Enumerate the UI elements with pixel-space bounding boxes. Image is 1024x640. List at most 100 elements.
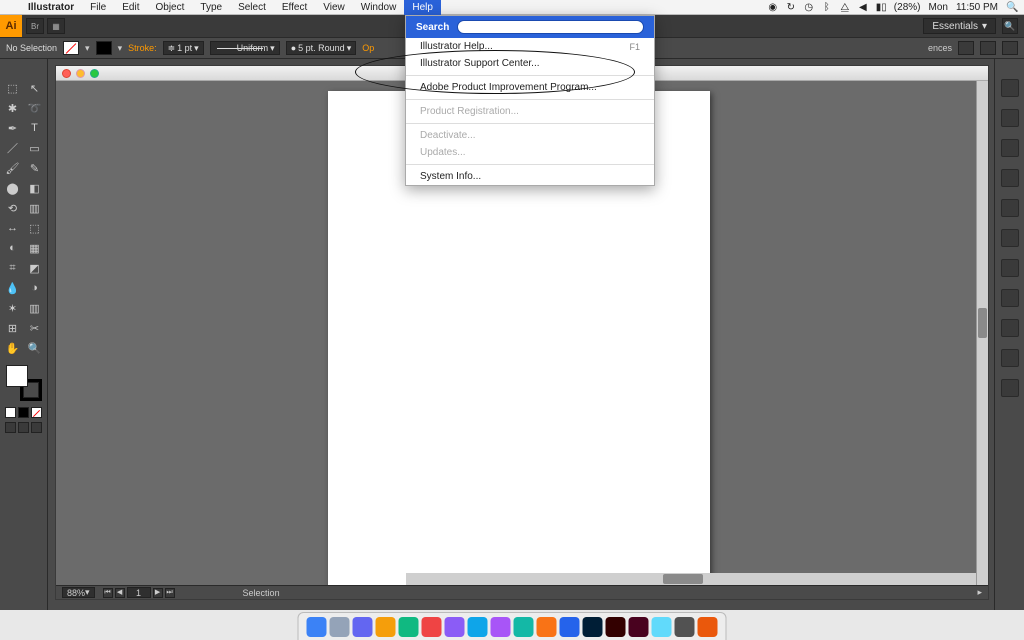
color-panel-icon[interactable] [1001, 79, 1019, 97]
graphic-styles-panel-icon[interactable] [1001, 349, 1019, 367]
dock-app-icon[interactable] [675, 617, 695, 637]
gradient-tool[interactable]: ◩ [25, 259, 45, 277]
transparency-panel-icon[interactable] [1001, 289, 1019, 307]
status-icon[interactable]: ◉ [768, 2, 778, 13]
fill-swatch[interactable] [63, 41, 79, 55]
dock-app-icon[interactable] [468, 617, 488, 637]
wifi-icon[interactable]: ⧋ [840, 2, 850, 13]
none-mode-icon[interactable] [31, 407, 42, 418]
type-tool[interactable]: T [25, 119, 45, 137]
blend-tool[interactable]: ◑ [25, 279, 45, 297]
fill-stroke-control[interactable] [6, 365, 42, 401]
dock-app-icon[interactable] [330, 617, 350, 637]
scale-tool[interactable]: ▥ [25, 199, 45, 217]
arrange-documents-button[interactable]: ▦ [47, 18, 65, 34]
status-menu-icon[interactable]: ▸ [977, 587, 982, 598]
rectangle-tool[interactable]: ▭ [25, 139, 45, 157]
dock-app-icon[interactable] [445, 617, 465, 637]
stroke-swatch[interactable] [96, 41, 112, 55]
menu-help[interactable]: Help [404, 0, 441, 15]
line-tool[interactable]: ／ [3, 139, 23, 157]
eyedropper-tool[interactable]: 💧 [3, 279, 23, 297]
menu-item-illustrator-help[interactable]: Illustrator Help... F1 [406, 38, 654, 55]
paintbrush-tool[interactable]: 🖌 [3, 159, 23, 177]
chevron-down-icon[interactable]: ▾ [270, 43, 275, 54]
hand-tool[interactable]: ✋ [3, 339, 23, 357]
color-guide-panel-icon[interactable] [1001, 109, 1019, 127]
window-minimize-icon[interactable] [76, 69, 85, 78]
menu-view[interactable]: View [315, 0, 353, 15]
column-graph-tool[interactable]: ▥ [25, 299, 45, 317]
chevron-down-icon[interactable]: ▾ [118, 43, 123, 54]
dock-app-icon[interactable] [629, 617, 649, 637]
dock-app-icon[interactable] [560, 617, 580, 637]
page-number-field[interactable]: 1 [127, 587, 151, 598]
brush-field[interactable]: ● 5 pt. Round ▾ [286, 41, 357, 55]
draw-inside-icon[interactable] [31, 422, 42, 433]
transform-button[interactable] [980, 41, 996, 55]
dock-app-icon[interactable] [514, 617, 534, 637]
menu-item-product-improvement[interactable]: Adobe Product Improvement Program... [406, 79, 654, 96]
volume-icon[interactable]: ◀ [858, 2, 868, 13]
gradient-panel-icon[interactable] [1001, 259, 1019, 277]
draw-normal-icon[interactable] [5, 422, 16, 433]
bluetooth-icon[interactable]: ᛒ [822, 2, 832, 13]
width-tool[interactable]: ↔ [3, 219, 23, 237]
battery-icon[interactable]: ▮▯ [876, 2, 886, 13]
artboard-tool[interactable]: ⊞ [3, 319, 23, 337]
dock-app-icon[interactable] [698, 617, 718, 637]
vertical-scrollbar[interactable] [976, 81, 988, 585]
color-mode-icon[interactable] [5, 407, 16, 418]
dock-app-icon[interactable] [537, 617, 557, 637]
swatches-panel-icon[interactable] [1001, 139, 1019, 157]
layers-panel-icon[interactable] [1001, 379, 1019, 397]
help-search-input[interactable] [457, 20, 644, 34]
prev-page-button[interactable]: ◀ [115, 588, 125, 598]
menu-select[interactable]: Select [230, 0, 274, 15]
pen-tool[interactable]: ✒ [3, 119, 23, 137]
align-button[interactable] [958, 41, 974, 55]
chevron-down-icon[interactable]: ▾ [85, 43, 90, 54]
dock-app-icon[interactable] [606, 617, 626, 637]
opacity-link-fragment[interactable]: Op [362, 43, 374, 53]
free-transform-tool[interactable]: ⬚ [25, 219, 45, 237]
menu-window[interactable]: Window [353, 0, 405, 15]
eraser-tool[interactable]: ◧ [25, 179, 45, 197]
spotlight-icon[interactable]: 🔍 [1006, 2, 1016, 13]
clock-icon[interactable]: ◷ [804, 2, 814, 13]
chevron-down-icon[interactable]: ▾ [194, 43, 199, 54]
dock-app-icon[interactable] [353, 617, 373, 637]
dock-app-icon[interactable] [583, 617, 603, 637]
chevron-down-icon[interactable]: ▾ [85, 587, 90, 598]
window-zoom-icon[interactable] [90, 69, 99, 78]
menu-effect[interactable]: Effect [274, 0, 315, 15]
menu-file[interactable]: File [82, 0, 114, 15]
brushes-panel-icon[interactable] [1001, 169, 1019, 187]
last-page-button[interactable]: ⏭ [165, 588, 175, 598]
stroke-panel-icon[interactable] [1001, 229, 1019, 247]
sync-icon[interactable]: ↻ [786, 2, 796, 13]
slice-tool[interactable]: ✂ [25, 319, 45, 337]
blob-brush-tool[interactable]: ⬤ [3, 179, 23, 197]
next-page-button[interactable]: ▶ [153, 588, 163, 598]
lasso-tool[interactable]: ➰ [25, 99, 45, 117]
zoom-tool[interactable]: 🔍 [25, 339, 45, 357]
stroke-link[interactable]: Stroke: [128, 43, 157, 53]
bridge-button[interactable]: Br [26, 18, 44, 34]
window-close-icon[interactable] [62, 69, 71, 78]
dock-app-icon[interactable] [491, 617, 511, 637]
shape-builder-tool[interactable]: ◐ [3, 239, 23, 257]
dock-app-icon[interactable] [399, 617, 419, 637]
menu-item-system-info[interactable]: System Info... [406, 168, 654, 185]
dock-app-icon[interactable] [376, 617, 396, 637]
mesh-tool[interactable]: ⌗ [3, 259, 23, 277]
control-menu-icon[interactable] [1002, 41, 1018, 55]
horizontal-scrollbar[interactable] [406, 573, 976, 585]
appearance-panel-icon[interactable] [1001, 319, 1019, 337]
scrollbar-thumb[interactable] [663, 574, 703, 584]
fill-color-icon[interactable] [6, 365, 28, 387]
symbol-sprayer-tool[interactable]: ✶ [3, 299, 23, 317]
stroke-profile-field[interactable]: Uniform ▾ [210, 41, 280, 55]
gradient-mode-icon[interactable] [18, 407, 29, 418]
first-page-button[interactable]: ⏮ [103, 588, 113, 598]
